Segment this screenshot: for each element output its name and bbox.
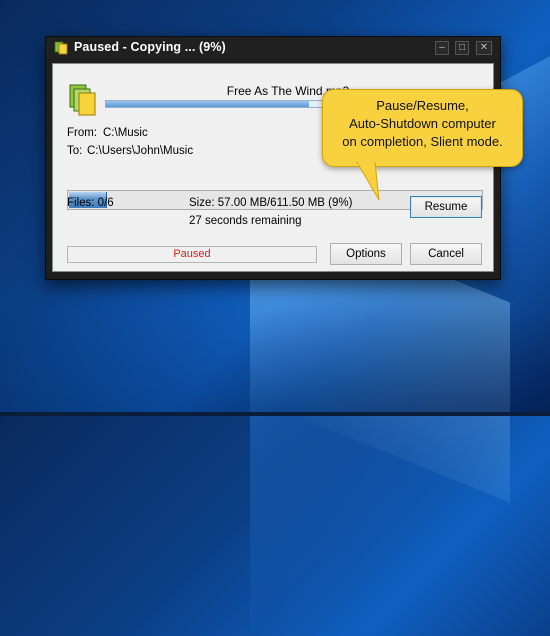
window-title: Paused - Copying ... (9%) [74, 40, 226, 54]
from-path: C:\Music [103, 127, 148, 139]
to-path: C:\Users\John\Music [87, 145, 194, 157]
close-button[interactable]: ✕ [476, 41, 492, 55]
copy-files-icon [69, 84, 96, 116]
callout-line: Auto-Shutdown computer [349, 116, 496, 131]
size-progress: Size: 57.00 MB/611.50 MB (9%) [189, 197, 353, 209]
resume-button[interactable]: Resume [410, 196, 482, 218]
file-progress-bar [105, 100, 335, 108]
cancel-button[interactable]: Cancel [410, 243, 482, 265]
callout-line: Pause/Resume, [376, 98, 469, 113]
copy-files-icon [54, 41, 68, 55]
time-remaining: 27 seconds remaining [189, 215, 302, 227]
callout-bubble: Pause/Resume, Auto-Shutdown computer on … [322, 89, 523, 167]
callout-pointer [356, 162, 380, 201]
file-progress-fill [106, 101, 309, 107]
callout-line: on completion, Slient mode. [342, 134, 503, 149]
wallpaper-shade [0, 306, 550, 416]
from-label: From: [67, 127, 98, 139]
files-count: Files: 0/6 [67, 197, 114, 209]
title-bar[interactable]: Paused - Copying ... (9%) – □ ✕ [46, 37, 500, 59]
status-box: Paused [67, 246, 317, 263]
maximize-button[interactable]: □ [455, 41, 469, 55]
callout-text: Pause/Resume, Auto-Shutdown computer on … [323, 97, 522, 151]
options-button[interactable]: Options [330, 243, 402, 265]
minimize-button[interactable]: – [435, 41, 449, 55]
to-label: To: [67, 145, 83, 157]
taskbar-edge [0, 412, 550, 416]
